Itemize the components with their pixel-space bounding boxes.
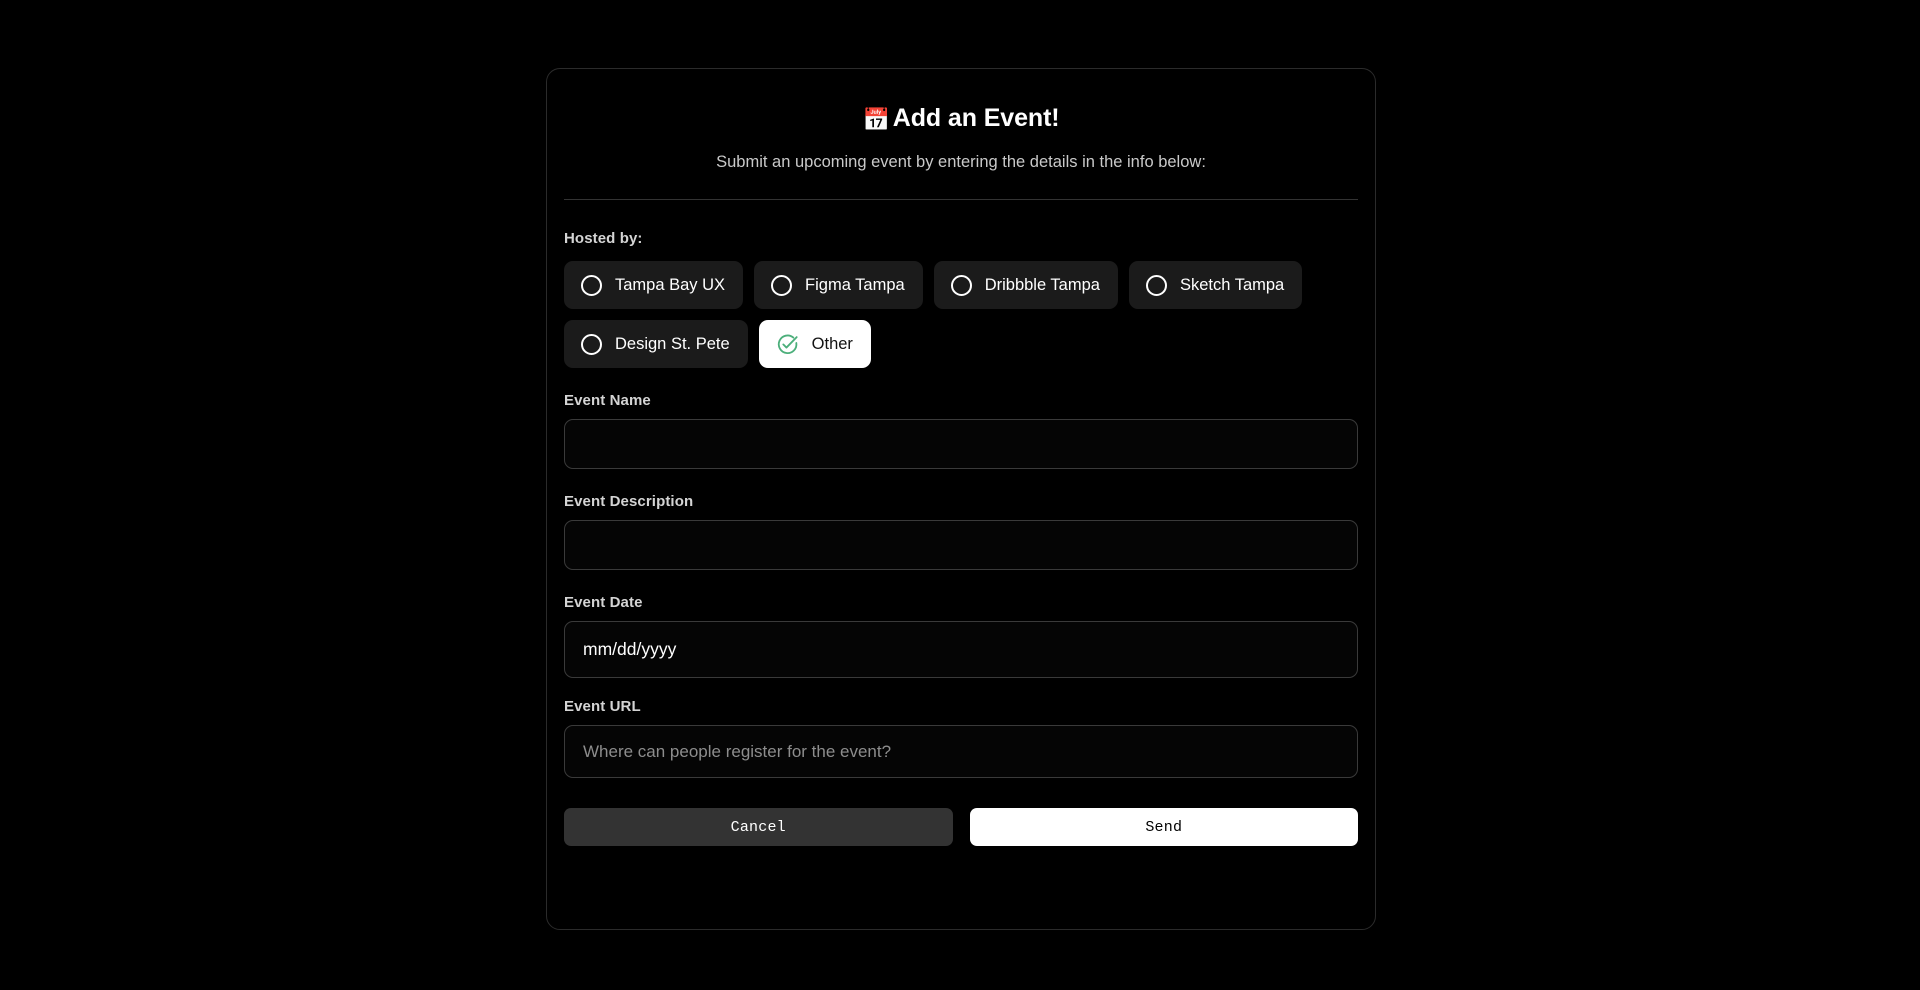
page-title-text: Add an Event!	[892, 104, 1060, 132]
cancel-button[interactable]: Cancel	[564, 808, 953, 847]
hosted-by-options: Tampa Bay UX Figma Tampa Dribbble Tampa …	[564, 261, 1358, 369]
radio-unchecked-icon	[581, 274, 602, 296]
radio-unchecked-icon	[950, 274, 972, 296]
host-option-label: Tampa Bay UX	[615, 275, 726, 294]
event-name-label: Event Name	[564, 392, 651, 410]
host-option-sketch-tampa[interactable]: Sketch Tampa	[1128, 261, 1303, 310]
page-title: 📅 Add an Event!	[564, 103, 1358, 133]
event-url-field-group: Event URL	[564, 698, 1358, 779]
add-event-card: 📅 Add an Event! Submit an upcoming event …	[546, 68, 1376, 930]
event-description-label: Event Description	[564, 493, 694, 511]
page-subtitle: Submit an upcoming event by entering the…	[716, 153, 1206, 172]
host-option-label: Sketch Tampa	[1179, 275, 1285, 294]
event-name-input[interactable]	[564, 419, 1358, 470]
form-actions: Cancel Send	[564, 808, 1358, 847]
host-option-label: Design St. Pete	[615, 334, 730, 353]
event-date-field-group: Event Date mm/dd/yyyy	[564, 594, 1358, 679]
host-option-design-st-pete[interactable]: Design St. Pete	[564, 320, 748, 369]
hosted-by-label: Hosted by:	[564, 230, 643, 248]
host-option-label: Dribbble Tampa	[984, 275, 1100, 294]
event-description-field-group: Event Description	[564, 493, 1358, 571]
host-option-dribbble-tampa[interactable]: Dribbble Tampa	[933, 261, 1118, 310]
event-url-label: Event URL	[564, 698, 641, 716]
event-date-input[interactable]: mm/dd/yyyy	[564, 621, 1358, 679]
event-date-label: Event Date	[564, 594, 643, 612]
event-date-placeholder: mm/dd/yyyy	[583, 639, 677, 660]
calendar-icon: 📅	[862, 107, 890, 132]
host-option-label: Figma Tampa	[805, 275, 905, 294]
event-description-input[interactable]	[564, 520, 1358, 571]
send-button[interactable]: Send	[969, 808, 1358, 847]
check-circle-icon	[777, 334, 798, 354]
header-divider	[564, 199, 1358, 201]
host-option-other[interactable]: Other	[758, 320, 871, 369]
event-url-input[interactable]	[564, 725, 1358, 779]
page-background: 📅 Add an Event! Submit an upcoming event …	[0, 0, 1920, 990]
host-option-figma-tampa[interactable]: Figma Tampa	[754, 261, 923, 310]
radio-unchecked-icon	[1145, 274, 1167, 296]
radio-unchecked-icon	[581, 333, 602, 355]
event-name-field-group: Event Name	[564, 392, 1358, 470]
radio-unchecked-icon	[771, 274, 793, 296]
host-option-label: Other	[811, 334, 853, 353]
host-option-tampa-bay-ux[interactable]: Tampa Bay UX	[564, 261, 744, 310]
